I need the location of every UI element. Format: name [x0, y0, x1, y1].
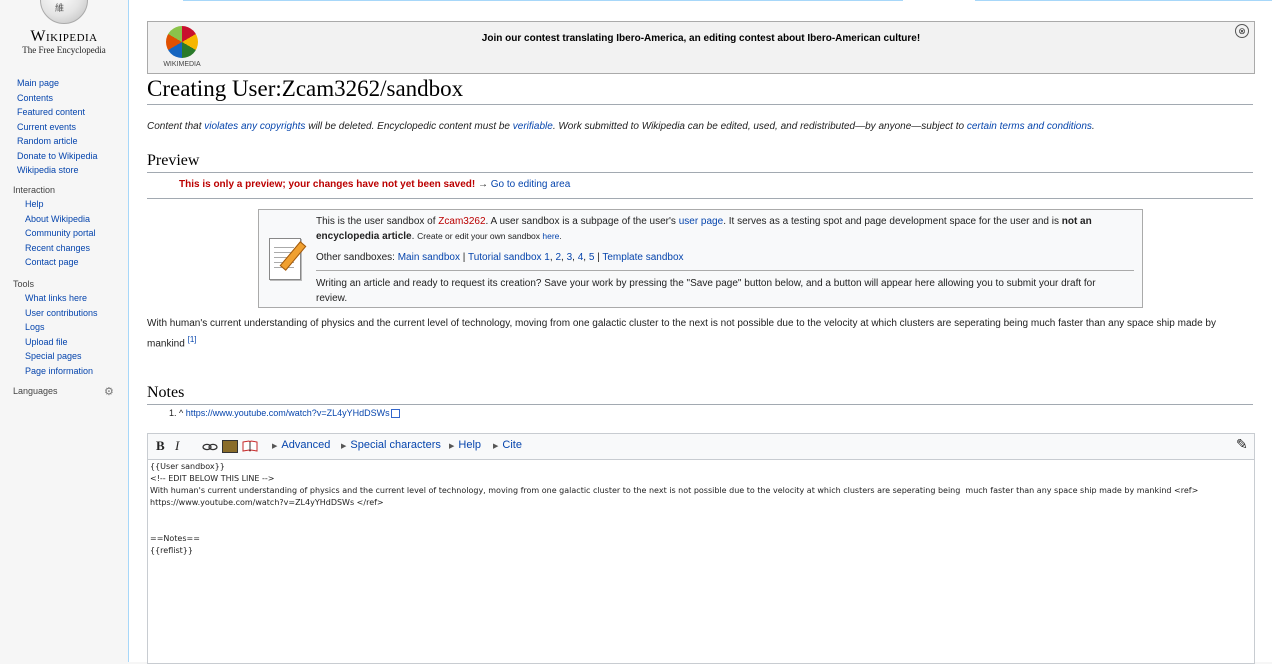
sidebar-item-featured-content[interactable]: Featured content	[0, 105, 128, 120]
sidebar-item-special-pages[interactable]: Special pages	[0, 349, 128, 364]
sidebar-item-store[interactable]: Wikipedia store	[0, 163, 128, 178]
sidebar-item-contact[interactable]: Contact page	[0, 255, 128, 270]
copyrights-link[interactable]: violates any copyrights	[204, 121, 305, 132]
gear-icon[interactable]: ⚙	[104, 386, 116, 398]
sidebar-item-random-article[interactable]: Random article	[0, 134, 128, 149]
triangle-right-icon: ▶	[341, 443, 347, 450]
advanced-menu[interactable]: ▶ Advanced	[272, 439, 330, 451]
sidebar-item-contents[interactable]: Contents	[0, 91, 128, 106]
notes-heading: Notes	[147, 384, 1253, 405]
here-link[interactable]: here	[542, 231, 559, 241]
bold-button[interactable]: B	[156, 438, 165, 454]
sidebar-item-user-contributions[interactable]: User contributions	[0, 306, 128, 321]
sidebar-item-community-portal[interactable]: Community portal	[0, 226, 128, 241]
italic-button[interactable]: I	[175, 438, 179, 454]
tutorial-sandbox-4-link[interactable]: 4	[578, 252, 584, 263]
tutorial-sandbox-link[interactable]: Tutorial sandbox 1	[468, 252, 550, 263]
preview-warning: This is only a preview; your changes hav…	[179, 179, 570, 190]
tutorial-sandbox-3-link[interactable]: 3	[567, 252, 573, 263]
sidebar: 維 Wikipedia The Free Encyclopedia Main p…	[0, 0, 128, 662]
tagline: The Free Encyclopedia	[22, 45, 106, 55]
nav-interaction: Interaction Help About Wikipedia Communi…	[0, 183, 128, 270]
wikitext-textarea[interactable]: {{User sandbox}} <!-- EDIT BELOW THIS LI…	[150, 461, 1250, 557]
divider	[316, 270, 1134, 271]
content-area: WIKIMEDIA Join our contest translating I…	[128, 0, 1272, 664]
copyright-notice: Content that violates any copyrights wil…	[147, 121, 1095, 132]
link-icon[interactable]	[202, 442, 218, 451]
site-notice-banner: WIKIMEDIA Join our contest translating I…	[147, 21, 1255, 74]
article-body: With human's current understanding of ph…	[147, 318, 1216, 350]
pencil-icon[interactable]: ✎	[1236, 436, 1248, 453]
template-sandbox-link[interactable]: Template sandbox	[602, 252, 683, 263]
sidebar-item-about[interactable]: About Wikipedia	[0, 212, 128, 227]
close-icon[interactable]: ⊗	[1235, 24, 1249, 38]
editor-toolbar: B I ▶ Advanced ▶ Special characters ▶ Help …	[148, 434, 1254, 460]
wikimedia-logo-text: WIKIMEDIA	[163, 61, 201, 68]
user-page-link[interactable]: user page	[679, 216, 723, 227]
sandbox-description: This is the user sandbox of Zcam3262. A …	[316, 216, 1092, 242]
image-icon[interactable]	[222, 440, 238, 453]
sidebar-item-logs[interactable]: Logs	[0, 320, 128, 335]
sidebar-item-help[interactable]: Help	[0, 197, 128, 212]
other-sandboxes: Other sandboxes: Main sandbox | Tutorial…	[316, 252, 684, 263]
tab-border	[975, 0, 1272, 1]
help-menu[interactable]: ▶ Help	[449, 439, 481, 451]
sidebar-item-upload-file[interactable]: Upload file	[0, 335, 128, 350]
wordmark: Wikipedia	[30, 28, 98, 45]
goto-editing-link[interactable]: Go to editing area	[491, 179, 571, 190]
request-review-text: Writing an article and ready to request …	[316, 278, 1096, 304]
tools-heading: Tools	[13, 279, 35, 289]
triangle-right-icon: ▶	[493, 443, 499, 450]
external-link-icon	[390, 409, 400, 419]
nav-main: Main page Contents Featured content Curr…	[0, 76, 128, 178]
reference-item: 1. ^ https://www.youtube.com/watch?v=ZL4…	[169, 408, 400, 419]
user-link[interactable]: Zcam3262	[438, 216, 485, 227]
reference-url-link[interactable]: https://www.youtube.com/watch?v=ZL4yYHdD…	[186, 408, 390, 418]
nav-tools: Tools What links here User contributions…	[0, 277, 128, 378]
sidebar-item-donate[interactable]: Donate to Wikipedia	[0, 149, 128, 164]
special-characters-menu[interactable]: ▶ Special characters	[341, 439, 441, 451]
arrow-icon: →	[478, 179, 488, 190]
sandbox-icon	[269, 238, 307, 280]
verifiable-link[interactable]: verifiable	[513, 121, 553, 132]
cite-menu[interactable]: ▶ Cite	[493, 439, 522, 451]
tutorial-sandbox-2-link[interactable]: 2	[555, 252, 561, 263]
reference-link[interactable]: [1]	[188, 335, 197, 344]
sidebar-item-what-links-here[interactable]: What links here	[0, 291, 128, 306]
user-sandbox-box: This is the user sandbox of Zcam3262. A …	[258, 209, 1143, 308]
wikipedia-logo[interactable]: 維 Wikipedia The Free Encyclopedia	[14, 0, 114, 60]
terms-link[interactable]: certain terms and conditions	[967, 121, 1092, 132]
globe-icon: 維	[40, 0, 88, 24]
wikitext-editor: B I ▶ Advanced ▶ Special characters ▶ Help …	[147, 433, 1255, 664]
preview-warning-text: This is only a preview; your changes hav…	[179, 179, 476, 190]
reference-book-icon[interactable]	[242, 440, 258, 452]
sidebar-item-recent-changes[interactable]: Recent changes	[0, 241, 128, 256]
sidebar-item-page-information[interactable]: Page information	[0, 364, 128, 379]
banner-message[interactable]: Join our contest translating Ibero-Ameri…	[148, 33, 1254, 44]
triangle-right-icon: ▶	[449, 443, 455, 450]
main-sandbox-link[interactable]: Main sandbox	[398, 252, 460, 263]
sidebar-item-main-page[interactable]: Main page	[0, 76, 128, 91]
tab-border	[183, 0, 903, 1]
triangle-right-icon: ▶	[272, 443, 278, 450]
sidebar-item-current-events[interactable]: Current events	[0, 120, 128, 135]
divider	[147, 198, 1253, 199]
preview-heading: Preview	[147, 152, 1253, 173]
page-title: Creating User:Zcam3262/sandbox	[147, 76, 1253, 105]
interaction-heading: Interaction	[13, 185, 56, 195]
